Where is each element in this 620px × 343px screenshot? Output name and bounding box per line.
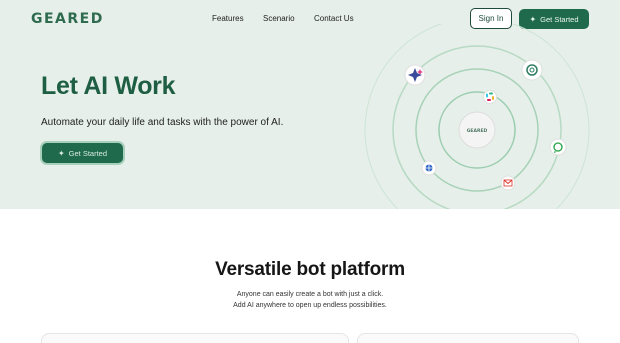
gmail-icon — [500, 175, 516, 191]
nav-scenario[interactable]: Scenario — [263, 14, 295, 23]
slack-icon — [483, 90, 497, 104]
hero-section: GEARED Features Scenario Contact Us Sign… — [0, 0, 620, 209]
feature-card-right — [357, 333, 579, 343]
openai-icon — [521, 59, 543, 81]
section-title: Versatile bot platform — [215, 259, 405, 280]
sparkle-icon — [404, 64, 426, 86]
nav-contact-us[interactable]: Contact Us — [314, 14, 354, 23]
feature-card-left — [41, 333, 349, 343]
hero-title: Let AI Work — [41, 72, 176, 100]
whatsapp-icon — [549, 138, 567, 156]
sparkle-icon: ✦ — [57, 148, 65, 158]
section-description: Anyone can easily create a bot with just… — [0, 289, 620, 311]
integration-orbit: GEARED — [364, 24, 590, 209]
center-logo: GEARED — [467, 128, 488, 134]
sparkle-icon: ✦ — [529, 14, 537, 24]
section-line-1: Anyone can easily create a bot with just… — [236, 291, 384, 298]
hero-get-started-button[interactable]: ✦ Get Started — [42, 143, 123, 163]
section-line-2: Add AI anywhere to open up endless possi… — [233, 302, 387, 309]
header-get-started-label: Get Started — [540, 14, 579, 24]
hero-subtitle: Automate your daily life and tasks with … — [41, 117, 284, 128]
hero-get-started-label: Get Started — [68, 148, 108, 158]
calendar-icon — [421, 160, 437, 176]
nav-features[interactable]: Features — [212, 14, 244, 23]
